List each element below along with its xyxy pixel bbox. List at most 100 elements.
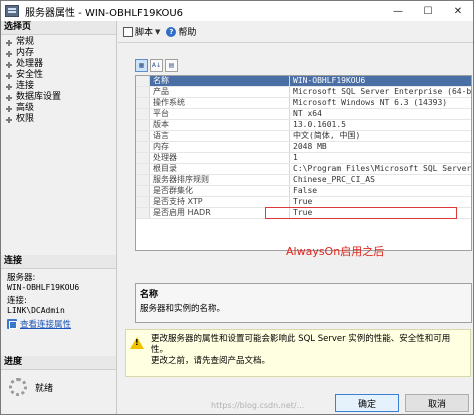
help-button[interactable]: ? 帮助 (166, 25, 196, 38)
sidebar-item-label: 处理器 (16, 59, 44, 69)
page-icon (5, 72, 13, 80)
maximize-button[interactable]: ☐ (413, 1, 443, 21)
sidebar-item-connections[interactable]: 连接 (1, 81, 116, 92)
server-label: 服务器: (7, 273, 36, 283)
table-row[interactable]: 产品 Microsoft SQL Server Enterprise (64-bi… (136, 87, 471, 98)
property-value: NT x64 (293, 109, 322, 118)
sidebar-item-permissions[interactable]: 权限 (1, 114, 116, 125)
chevron-down-icon[interactable]: ▼ (155, 28, 160, 36)
property-name: 平台 (150, 109, 290, 119)
server-properties-window: 服务器属性 - WIN-OBHLF19KOU6 — ☐ ✕ 选择页 常规 内存 … (0, 0, 474, 415)
server-value: WIN-OBHLF19KOU6 (7, 283, 80, 292)
cancel-button[interactable]: 取消 (405, 394, 469, 412)
alphabetical-sort-icon[interactable]: A↓ (150, 59, 163, 72)
connection-section: 连接 服务器: WIN-OBHLF19KOU6 连接: LINK\DCAdmin… (1, 255, 116, 330)
property-value: Microsoft Windows NT 6.3 (14393) (293, 98, 448, 107)
page-icon (5, 94, 13, 102)
categorized-view-icon[interactable]: ▦ (135, 59, 148, 72)
description-text: 服务器和实例的名称。 (140, 304, 226, 314)
title-bar: 服务器属性 - WIN-OBHLF19KOU6 — ☐ ✕ (1, 1, 473, 21)
property-grid: 名称 WIN-OBHLF19KOU6 产品 Microsoft SQL Server… (135, 75, 472, 251)
property-pages-icon[interactable]: ▤ (165, 59, 178, 72)
sidebar-item-label: 连接 (16, 81, 35, 91)
connection-value: LINK\DCAdmin (7, 306, 65, 315)
table-row[interactable]: 是否群集化 False (136, 186, 471, 197)
sidebar-item-label: 高级 (16, 103, 35, 113)
page-list: 常规 内存 处理器 安全性 连接 数据库设置 高级 权限 (1, 35, 116, 125)
description-panel: 名称 服务器和实例的名称。 (135, 283, 472, 323)
ok-button[interactable]: 确定 (335, 394, 399, 412)
table-row[interactable]: 版本 13.0.1601.5 (136, 120, 471, 131)
property-value: 2048 MB (293, 142, 327, 151)
help-icon: ? (166, 26, 177, 37)
property-name: 根目录 (150, 164, 290, 174)
script-icon (123, 26, 133, 37)
sidebar-item-label: 安全性 (16, 70, 44, 80)
sidebar-item-label: 常规 (16, 37, 35, 47)
warning-line-1: 更改服务器的属性和设置可能会影响此 SQL Server 实例的性能、安全性和可… (151, 334, 451, 355)
property-value: C:\Program Files\Microsoft SQL Server\MS… (293, 164, 471, 173)
property-value: 13.0.1601.5 (293, 120, 346, 129)
table-row[interactable]: 内存 2048 MB (136, 142, 471, 153)
table-row[interactable]: 根目录 C:\Program Files\Microsoft SQL Server… (136, 164, 471, 175)
progress-status: 就绪 (35, 383, 54, 394)
property-value: False (293, 186, 318, 195)
annotation-text: AlwaysOn启用之后 (286, 245, 385, 258)
property-grid-toolbar: ▦ A↓ ▤ (135, 59, 180, 72)
page-icon (5, 116, 13, 124)
sidebar-item-label: 数据库设置 (16, 92, 62, 102)
property-name: 语言 (150, 131, 290, 141)
table-row[interactable]: 平台 NT x64 (136, 109, 471, 120)
warning-banner: 更改服务器的属性和设置可能会影响此 SQL Server 实例的性能、安全性和可… (125, 329, 471, 377)
property-name: 操作系统 (150, 98, 290, 108)
close-button[interactable]: ✕ (443, 1, 473, 21)
warning-line-2: 更改之前，请先查阅产品文档。 (151, 356, 271, 366)
sidebar-item-security[interactable]: 安全性 (1, 70, 116, 81)
table-row[interactable]: 处理器 1 (136, 153, 471, 164)
left-pane: 选择页 常规 内存 处理器 安全性 连接 数据库设置 高级 权限 连接 服务器:… (1, 21, 117, 414)
description-title: 名称 (140, 290, 159, 300)
toolbar: 脚本 ▼ ? 帮助 (118, 21, 473, 43)
sidebar-item-memory[interactable]: 内存 (1, 48, 116, 59)
property-value: Microsoft SQL Server Enterprise (64-bit) (293, 87, 471, 96)
server-icon (5, 5, 19, 17)
table-row[interactable]: 操作系统 Microsoft Windows NT 6.3 (14393) (136, 98, 471, 109)
script-label: 脚本 (135, 28, 154, 38)
page-icon (5, 61, 13, 69)
property-name: 内存 (150, 142, 290, 152)
property-value: 中文(简体, 中国) (293, 131, 361, 140)
property-value: Chinese_PRC_CI_AS (293, 175, 375, 184)
sidebar-item-general[interactable]: 常规 (1, 37, 116, 48)
warning-icon (130, 337, 144, 349)
progress-status-row: 就绪 (1, 378, 116, 396)
table-row[interactable]: 服务器排序规则 Chinese_PRC_CI_AS (136, 175, 471, 186)
select-page-header: 选择页 (1, 21, 116, 35)
sidebar-item-label: 权限 (16, 114, 35, 124)
connection-header: 连接 (1, 255, 116, 269)
table-row[interactable]: 名称 WIN-OBHLF19KOU6 (136, 76, 471, 87)
sidebar-item-processors[interactable]: 处理器 (1, 59, 116, 70)
script-button[interactable]: 脚本 ▼ (123, 25, 160, 38)
property-name: 产品 (150, 87, 290, 97)
table-row[interactable]: 语言 中文(简体, 中国) (136, 131, 471, 142)
help-label: 帮助 (178, 28, 197, 38)
progress-header: 进度 (1, 356, 116, 370)
sidebar-item-advanced[interactable]: 高级 (1, 103, 116, 114)
minimize-button[interactable]: — (383, 1, 413, 21)
page-icon (5, 39, 13, 47)
progress-section: 进度 就绪 (1, 356, 116, 396)
property-name: 名称 (150, 76, 290, 86)
view-connection-properties-label: 查看连接属性 (20, 320, 72, 330)
window-title: 服务器属性 - WIN-OBHLF19KOU6 (25, 7, 184, 19)
property-value: 1 (293, 153, 298, 162)
view-connection-properties-link[interactable]: 查看连接属性 (1, 318, 116, 330)
sidebar-item-database-settings[interactable]: 数据库设置 (1, 92, 116, 103)
watermark: https://blog.csdn.net/... (211, 401, 305, 410)
page-icon (5, 105, 13, 113)
page-icon (5, 50, 13, 58)
sidebar-item-label: 内存 (16, 48, 35, 58)
property-name: 服务器排序规则 (150, 175, 290, 185)
properties-icon (7, 319, 17, 329)
hadr-highlight-box (265, 207, 457, 219)
property-name: 是否支持 XTP (150, 197, 290, 207)
